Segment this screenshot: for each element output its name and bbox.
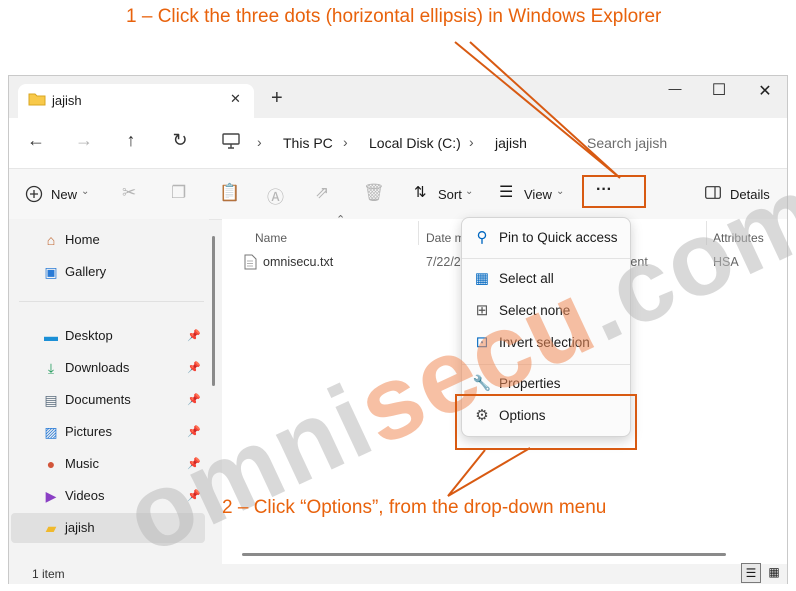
- callout-arrow-1: [454, 41, 621, 179]
- callout-arrow-2: [447, 447, 531, 497]
- annotation-step-2: 2 – Click “Options”, from the drop-down …: [222, 497, 607, 518]
